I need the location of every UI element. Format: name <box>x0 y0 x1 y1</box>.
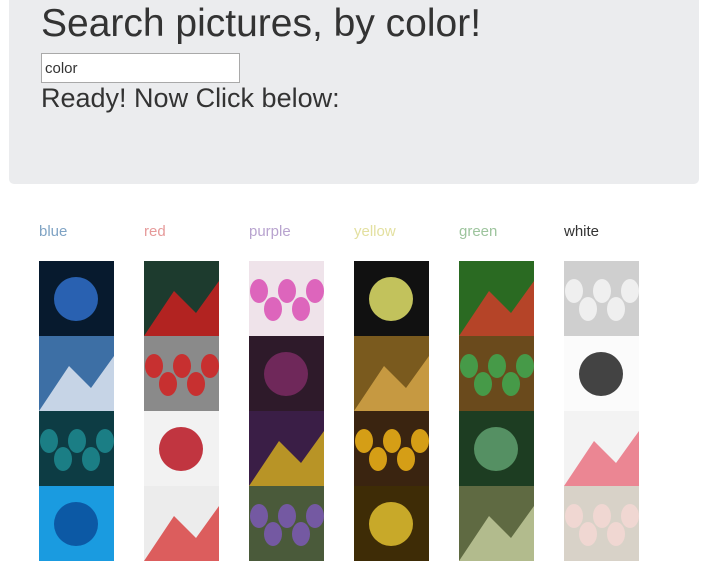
night-tunnel-photo[interactable] <box>39 261 114 336</box>
yellow-light-silhouette-photo[interactable] <box>354 261 429 336</box>
thumbnail-list <box>564 261 639 561</box>
white-objects-photo[interactable] <box>564 261 639 336</box>
status-message: Ready! Now Click below: <box>41 83 340 113</box>
golden-bud-photo[interactable] <box>354 336 429 411</box>
yellow-corridor-photo[interactable] <box>354 486 429 561</box>
column-green: green <box>459 222 534 561</box>
column-purple: purple <box>249 222 324 561</box>
thumbnail-list <box>39 261 114 561</box>
raspberries-photo[interactable] <box>144 411 219 486</box>
thumbnail-list <box>354 261 429 561</box>
color-label-white[interactable]: white <box>564 222 639 242</box>
mountain-lake-photo[interactable] <box>39 336 114 411</box>
blue-mandala-photo[interactable] <box>39 486 114 561</box>
white-bridge-photo[interactable] <box>564 336 639 411</box>
column-white: white <box>564 222 639 561</box>
color-label-blue[interactable]: blue <box>39 222 114 242</box>
thumbnail-list <box>459 261 534 561</box>
green-eye-face-photo[interactable] <box>459 336 534 411</box>
green-beads-photo[interactable] <box>459 261 534 336</box>
search-input[interactable] <box>41 53 240 83</box>
red-vinyl-record-photo[interactable] <box>144 261 219 336</box>
nail-polish-photo[interactable] <box>249 261 324 336</box>
yellow-leaf-droplet-photo[interactable] <box>249 411 324 486</box>
ladybug-photo[interactable] <box>144 336 219 411</box>
header-panel: Search pictures, by color! Ready! Now Cl… <box>9 0 699 184</box>
silhouette-door-photo[interactable] <box>39 411 114 486</box>
color-label-green[interactable]: green <box>459 222 534 242</box>
column-red: red <box>144 222 219 561</box>
purple-tulips-photo[interactable] <box>249 336 324 411</box>
yellow-flower-bouquet-photo[interactable] <box>354 411 429 486</box>
dandelion-photo[interactable] <box>459 486 534 561</box>
column-blue: blue <box>39 222 114 561</box>
pencils-photo[interactable] <box>564 411 639 486</box>
snail-on-clip-photo[interactable] <box>144 486 219 561</box>
purple-flowers-photo[interactable] <box>249 486 324 561</box>
thumbnail-list <box>249 261 324 561</box>
column-yellow: yellow <box>354 222 429 561</box>
white-rose-photo[interactable] <box>564 486 639 561</box>
color-label-purple[interactable]: purple <box>249 222 324 242</box>
color-label-red[interactable]: red <box>144 222 219 242</box>
forest-lake-photo[interactable] <box>459 411 534 486</box>
page-title: Search pictures, by color! <box>41 2 482 45</box>
thumbnail-list <box>144 261 219 561</box>
color-label-yellow[interactable]: yellow <box>354 222 429 242</box>
